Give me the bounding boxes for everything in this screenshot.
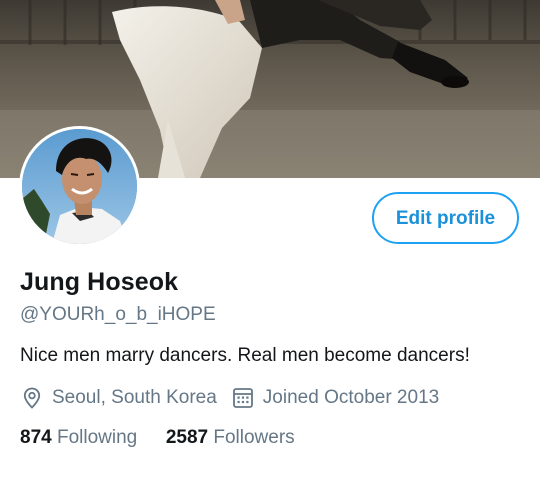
followers-link[interactable]: 2587 Followers <box>166 427 295 448</box>
avatar-photo <box>22 129 137 244</box>
edit-profile-button[interactable]: Edit profile <box>372 192 519 244</box>
follow-stats: 874 Following 2587 Followers <box>20 427 295 449</box>
profile-bio: Nice men marry dancers. Real men become … <box>20 345 470 366</box>
display-name: Jung Hoseok <box>20 268 179 296</box>
location-pin-icon <box>20 386 44 410</box>
joined-date-text: Joined October 2013 <box>262 387 440 408</box>
calendar-icon <box>231 386 255 410</box>
followers-count: 2587 <box>165 427 209 448</box>
following-count: 874 <box>20 427 52 448</box>
following-label: Following <box>56 427 138 448</box>
following-link[interactable]: 874 Following <box>20 427 143 448</box>
profile-meta: Seoul, South Korea Joined October 2013 <box>20 384 439 412</box>
profile-avatar[interactable] <box>19 126 140 247</box>
user-handle: @YOURh_o_b_iHOPE <box>20 304 216 325</box>
location-text: Seoul, South Korea <box>52 387 217 408</box>
profile-page: Edit profile Jung Hoseok @YOURh_o_b_iHOP… <box>0 0 540 489</box>
followers-label: Followers <box>213 427 295 448</box>
